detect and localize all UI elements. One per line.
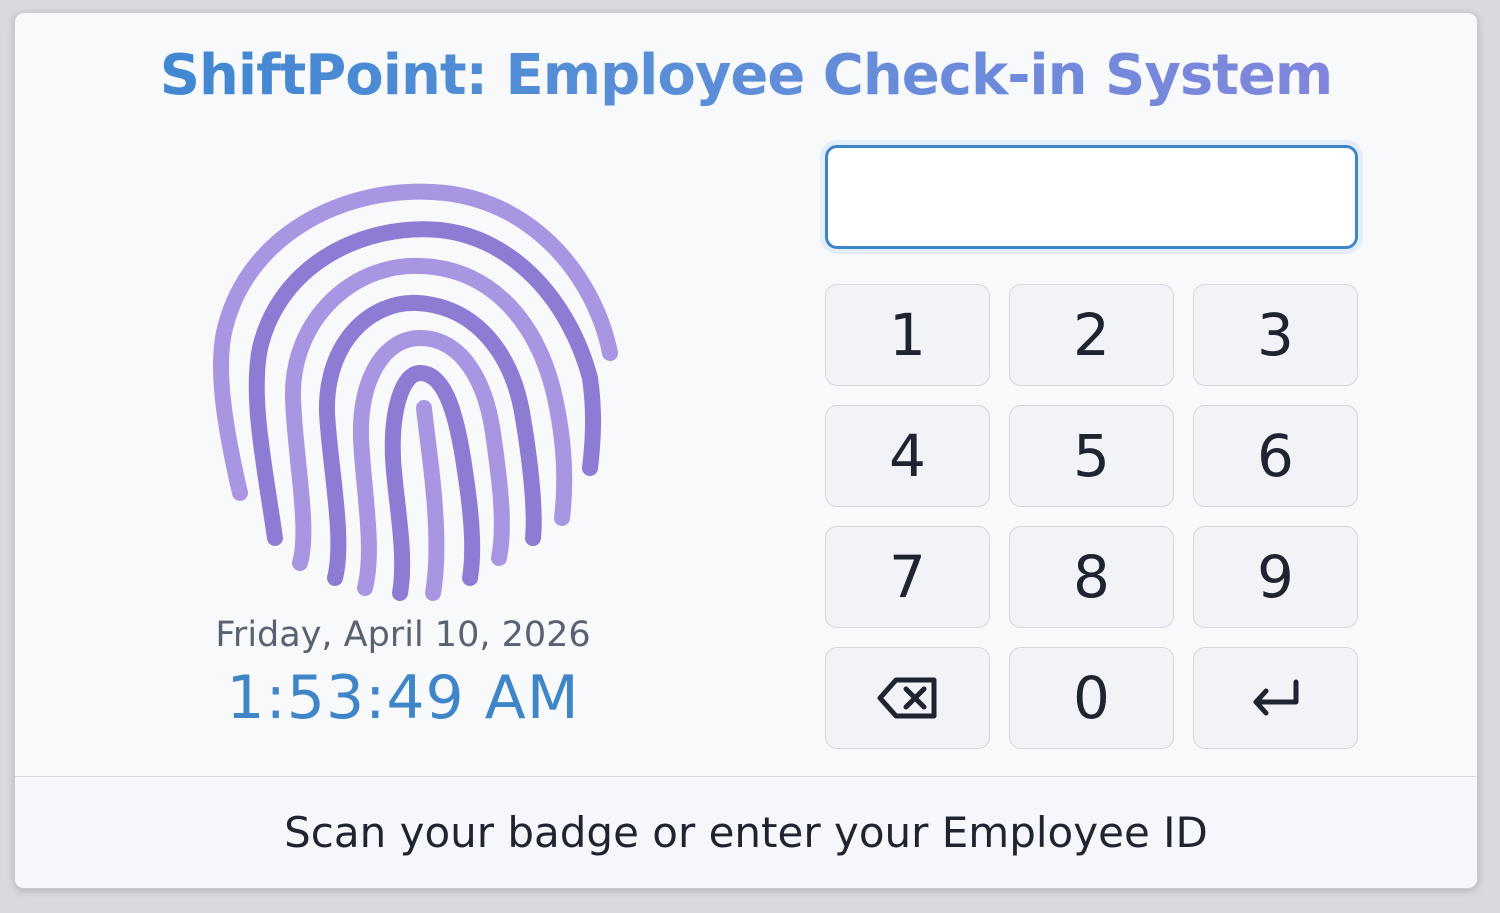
fingerprint-icon[interactable] [195,168,635,608]
employee-id-input[interactable] [825,145,1358,249]
current-time: 1:53:49 AM [226,663,580,733]
key-9[interactable]: 9 [1193,526,1358,628]
backspace-button[interactable] [825,647,990,749]
key-3[interactable]: 3 [1193,284,1358,386]
key-7[interactable]: 7 [825,526,990,628]
key-6[interactable]: 6 [1193,405,1358,507]
numeric-keypad: 1 2 3 4 5 6 7 8 9 0 [825,284,1358,749]
current-date: Friday, April 10, 2026 [215,615,591,655]
key-1[interactable]: 1 [825,284,990,386]
key-4[interactable]: 4 [825,405,990,507]
key-5[interactable]: 5 [1009,405,1174,507]
app-title: ShiftPoint: Employee Check-in System [15,43,1477,108]
key-0[interactable]: 0 [1009,647,1174,749]
key-2[interactable]: 2 [1009,284,1174,386]
enter-return-icon [1253,679,1298,716]
instruction-text: Scan your badge or enter your Employee I… [284,808,1208,857]
check-in-window: ShiftPoint: Employee Check-in System Fri… [14,12,1478,889]
key-8[interactable]: 8 [1009,526,1174,628]
instruction-footer: Scan your badge or enter your Employee I… [15,776,1477,888]
enter-button[interactable] [1193,647,1358,749]
backspace-icon [877,677,936,719]
